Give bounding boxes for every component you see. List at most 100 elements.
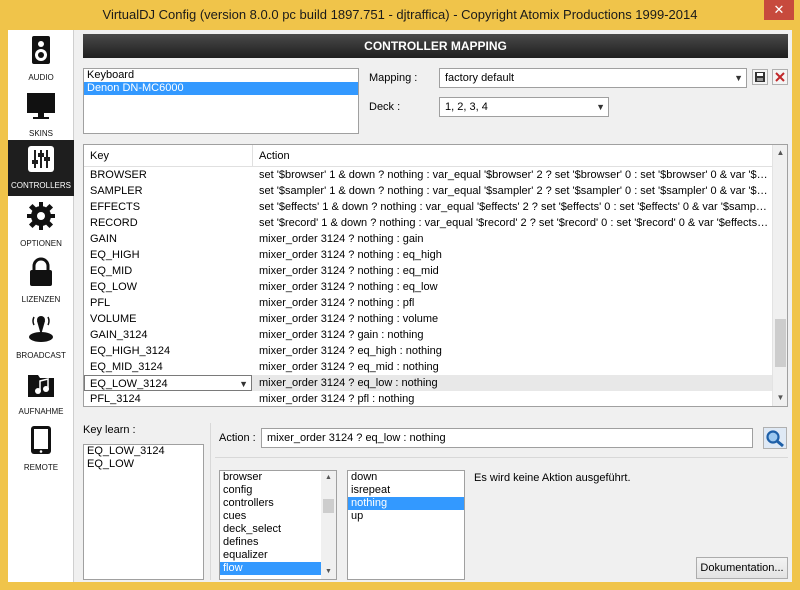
table-row[interactable]: VOLUME mixer_order 3124 ? nothing : volum… (84, 311, 773, 327)
sidebar-item-remote[interactable]: REMOTE (8, 422, 74, 478)
sidebar-item-skins[interactable]: SKINS (8, 88, 74, 144)
sidebar-item-label: BROADCAST (16, 351, 66, 360)
table-row[interactable]: EQ_HIGH_3124 mixer_order 3124 ? eq_high :… (84, 343, 773, 359)
sidebar-item-broadcast[interactable]: BROADCAST (8, 310, 74, 366)
sidebar-item-controllers[interactable]: CONTROLLERS (8, 140, 74, 196)
sidebar-item-aufnahme[interactable]: AUFNAHME (8, 366, 74, 422)
save-mapping-button[interactable] (752, 69, 768, 85)
table-row[interactable]: EQ_LOW_3124 ▼ mixer_order 3124 ? eq_low : … (84, 375, 773, 391)
table-row[interactable]: EFFECTS set '$effects' 1 & down ? nothing… (84, 199, 773, 215)
category-item[interactable]: browser (220, 471, 321, 484)
documentation-button[interactable]: Dokumentation... (696, 557, 788, 579)
scroll-up-icon[interactable]: ▲ (321, 471, 336, 485)
sidebar-item-label: CONTROLLERS (10, 181, 71, 190)
close-button[interactable]: ✕ (764, 0, 794, 20)
music-folder-icon (28, 375, 54, 397)
action-cell: mixer_order 3124 ? nothing : volume (259, 313, 439, 325)
broadcast-icon (29, 316, 53, 342)
table-row[interactable]: BROWSER set '$browser' 1 & down ? nothing… (84, 167, 773, 183)
scroll-thumb[interactable] (323, 499, 334, 513)
sidebar-item-label: SKINS (28, 129, 53, 138)
deck-select[interactable]: 1, 2, 3, 4 ▼ (439, 97, 609, 117)
action-cell: mixer_order 3124 ? eq_high : nothing (259, 345, 442, 357)
action-cell: mixer_order 3124 ? nothing : pfl (259, 297, 415, 309)
key-cell: VOLUME (90, 313, 137, 325)
page-title: CONTROLLER MAPPING (83, 34, 788, 58)
sidebar-item-lizenzen[interactable]: LIZENZEN (8, 254, 74, 310)
key-cell: EFFECTS (90, 201, 141, 213)
action-cell: set '$effects' 1 & down ? nothing : var_… (259, 201, 769, 213)
table-row[interactable]: RECORD set '$record' 1 & down ? nothing :… (84, 215, 773, 231)
table-row[interactable]: EQ_MID_3124 mixer_order 3124 ? eq_mid : n… (84, 359, 773, 375)
table-row[interactable]: SAMPLER set '$sampler' 1 & down ? nothing… (84, 183, 773, 199)
category-item[interactable]: defines (220, 536, 321, 549)
verb-item[interactable]: isrepeat (348, 484, 464, 497)
column-header-action[interactable]: Action (253, 145, 773, 167)
key-cell: PFL (90, 297, 111, 309)
key-cell: BROWSER (90, 169, 147, 181)
category-item[interactable]: controllers (220, 497, 321, 510)
category-item[interactable]: equalizer (220, 549, 321, 562)
action-cell: mixer_order 3124 ? nothing : gain (259, 233, 424, 245)
action-cell: set '$browser' 1 & down ? nothing : var_… (259, 169, 769, 181)
action-cell: mixer_order 3124 ? nothing : eq_mid (259, 265, 439, 277)
key-cell: PFL_3124 (90, 393, 141, 405)
category-item[interactable]: flow (220, 562, 321, 575)
table-row[interactable]: PFL mixer_order 3124 ? nothing : pfl (84, 295, 773, 311)
monitor-icon (27, 93, 55, 119)
sidebar-item-audio[interactable]: AUDIO (8, 32, 74, 88)
sidebar-item-label: LIZENZEN (21, 295, 61, 304)
sidebar: AUDIO SKINS CONTROLLERS OPTIONEN LIZENZE… (8, 30, 74, 582)
table-row[interactable]: EQ_HIGH mixer_order 3124 ? nothing : eq_h… (84, 247, 773, 263)
key-cell: GAIN (90, 233, 117, 245)
save-icon (755, 72, 765, 82)
key-learn-item[interactable]: EQ_LOW_3124 (84, 445, 203, 458)
key-cell: EQ_HIGH_3124 (90, 345, 171, 357)
action-label: Action : (219, 432, 256, 444)
category-item[interactable]: cues (220, 510, 321, 523)
delete-mapping-button[interactable] (772, 69, 788, 85)
action-description: Es wird keine Aktion ausgeführt. (474, 472, 631, 484)
key-learn-item[interactable]: EQ_LOW (84, 458, 203, 471)
mapping-select[interactable]: factory default ▼ (439, 68, 747, 88)
sidebar-item-optionen[interactable]: OPTIONEN (8, 198, 74, 254)
table-row[interactable]: GAIN mixer_order 3124 ? nothing : gain (84, 231, 773, 247)
action-cell: mixer_order 3124 ? pfl : nothing (259, 393, 415, 405)
table-row[interactable]: EQ_LOW mixer_order 3124 ? nothing : eq_lo… (84, 279, 773, 295)
scroll-down-icon[interactable]: ▼ (321, 565, 336, 579)
column-header-key[interactable]: Key (84, 145, 253, 167)
scroll-thumb[interactable] (775, 319, 786, 367)
deck-value: 1, 2, 3, 4 (445, 101, 488, 113)
verb-item[interactable]: down (348, 471, 464, 484)
key-cell: SAMPLER (90, 185, 143, 197)
mapping-label: Mapping : (369, 72, 418, 84)
key-cell: GAIN_3124 (90, 329, 148, 341)
category-scrollbar[interactable]: ▲ ▼ (321, 471, 336, 579)
action-input[interactable]: mixer_order 3124 ? eq_low : nothing (261, 428, 753, 448)
search-action-button[interactable] (763, 427, 787, 449)
mapping-table: Key Action BROWSER set '$browser' 1 & dow… (83, 144, 788, 407)
category-item[interactable]: deck_select (220, 523, 321, 536)
verb-item[interactable]: nothing (348, 497, 464, 510)
window-title: VirtualDJ Config (version 8.0.0 pc build… (102, 7, 698, 22)
scroll-down-icon[interactable]: ▼ (773, 390, 787, 406)
key-cell: EQ_MID (90, 265, 133, 277)
key-edit-combo[interactable]: EQ_LOW_3124 ▼ (84, 375, 252, 391)
search-icon (766, 430, 784, 448)
key-cell: EQ_LOW (90, 281, 138, 293)
table-scrollbar[interactable]: ▲ ▼ (772, 145, 787, 406)
key-learn-label: Key learn : (83, 424, 136, 436)
table-row[interactable]: EQ_MID mixer_order 3124 ? nothing : eq_mi… (84, 263, 773, 279)
delete-icon (775, 72, 785, 82)
table-row[interactable]: PFL_3124 mixer_order 3124 ? pfl : nothing (84, 391, 773, 406)
client-area: AUDIO SKINS CONTROLLERS OPTIONEN LIZENZE… (8, 30, 792, 582)
action-cell: mixer_order 3124 ? nothing : eq_high (259, 249, 442, 261)
action-cell: set '$sampler' 1 & down ? nothing : var_… (259, 185, 769, 197)
device-item-denon[interactable]: Denon DN-MC6000 (84, 82, 358, 95)
device-item-keyboard[interactable]: Keyboard (84, 69, 358, 82)
verb-item[interactable]: up (348, 510, 464, 523)
scroll-up-icon[interactable]: ▲ (773, 145, 787, 161)
table-row[interactable]: GAIN_3124 mixer_order 3124 ? gain : nothi… (84, 327, 773, 343)
category-item[interactable]: config (220, 484, 321, 497)
vertical-divider (210, 423, 211, 580)
